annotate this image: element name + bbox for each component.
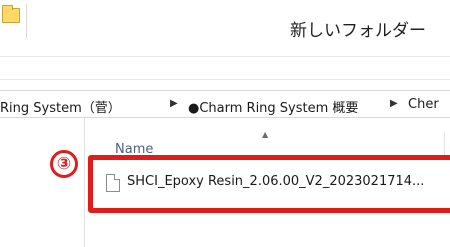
- highlight-annotation-box: [88, 155, 450, 213]
- address-bar[interactable]: Ring System（菅） ▶ ●Charm Ring System 概要 ▶…: [0, 90, 450, 118]
- breadcrumb-item[interactable]: Ring System（菅）: [0, 97, 121, 116]
- folder-icon: [2, 5, 20, 23]
- chevron-right-icon[interactable]: ▶: [170, 98, 178, 109]
- step-number-badge: ③: [50, 150, 78, 178]
- title-divider: [26, 4, 27, 38]
- window-title: 新しいフォルダー: [290, 21, 426, 41]
- chevron-right-icon[interactable]: ▶: [390, 98, 398, 109]
- ribbon-gap: [0, 80, 450, 90]
- breadcrumb-item[interactable]: ●Charm Ring System 概要: [188, 97, 358, 116]
- window-titlebar: 新しいフォルダー: [0, 0, 450, 56]
- ribbon: [0, 56, 450, 80]
- breadcrumb-item[interactable]: Cher: [408, 97, 439, 112]
- sort-up-icon: ▲: [262, 130, 269, 139]
- navigation-pane-divider: [84, 118, 85, 247]
